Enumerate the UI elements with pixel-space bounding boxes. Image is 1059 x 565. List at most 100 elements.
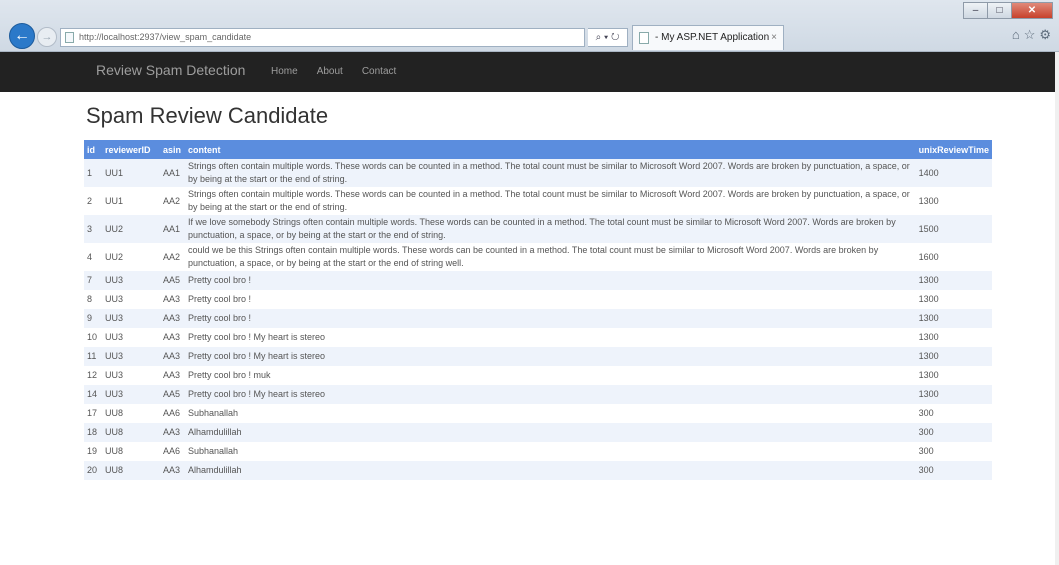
cell-asin: AA5 — [160, 271, 185, 290]
cell-reviewer-id: UU2 — [102, 243, 160, 271]
cell-content: Subhanallah — [185, 442, 916, 461]
browser-tab[interactable]: - My ASP.NET Application × — [632, 25, 784, 50]
page-title: Spam Review Candidate — [86, 103, 329, 128]
nav-link-about[interactable]: About — [317, 66, 343, 77]
cell-asin: AA5 — [160, 385, 185, 404]
cell-unix-review-time: 1300 — [915, 309, 992, 328]
cell-asin: AA2 — [160, 243, 185, 271]
browser-chrome: ← → http://localhost:2937/view_spam_cand… — [0, 0, 1059, 52]
cell-unix-review-time: 300 — [915, 461, 992, 480]
nav-link-contact[interactable]: Contact — [362, 66, 396, 77]
table-row: 7 UU3 AA5 Pretty cool bro ! 1300 — [84, 271, 992, 290]
cell-content: Strings often contain multiple words. Th… — [185, 159, 916, 187]
window-close-icon[interactable]: ✕ — [1011, 2, 1053, 19]
cell-reviewer-id: UU3 — [102, 347, 160, 366]
cell-content: Alhamdulillah — [185, 461, 916, 480]
page-icon — [65, 32, 74, 43]
cell-reviewer-id: UU8 — [102, 461, 160, 480]
nav-link-home[interactable]: Home — [271, 66, 298, 77]
cell-unix-review-time: 1300 — [915, 347, 992, 366]
spam-candidate-table: id reviewerID asin content unixReviewTim… — [84, 140, 992, 480]
cell-asin: AA3 — [160, 461, 185, 480]
cell-unix-review-time: 300 — [915, 404, 992, 423]
table-row: 11 UU3 AA3 Pretty cool bro ! My heart is st… — [84, 347, 992, 366]
nav-links: Home About Contact — [271, 66, 396, 77]
back-arrow-icon[interactable]: ← — [9, 23, 35, 49]
cell-content: Pretty cool bro ! My heart is stereo — [185, 385, 916, 404]
favorites-icon[interactable]: ☆ — [1024, 27, 1040, 42]
cell-content: Pretty cool bro ! My heart is stereo — [185, 347, 916, 366]
cell-id: 12 — [84, 366, 102, 385]
maximize-icon[interactable]: □ — [987, 2, 1012, 19]
site-navbar: Review Spam Detection Home About Contact — [0, 52, 1059, 92]
cell-unix-review-time: 1600 — [915, 243, 992, 271]
address-bar-url: http://localhost:2937/view_spam_candidat… — [79, 32, 252, 42]
cell-reviewer-id: UU8 — [102, 404, 160, 423]
table-row: 3 UU2 AA1 If we love somebody Strings often… — [84, 215, 992, 243]
cell-id: 3 — [84, 215, 102, 243]
table-row: 12 UU3 AA3 Pretty cool bro ! muk 1300 — [84, 366, 992, 385]
cell-content: Pretty cool bro ! — [185, 309, 916, 328]
cell-id: 17 — [84, 404, 102, 423]
table-row: 2 UU1 AA2 Strings often contain multiple wo… — [84, 187, 992, 215]
cell-unix-review-time: 1300 — [915, 328, 992, 347]
cell-asin: AA3 — [160, 328, 185, 347]
cell-reviewer-id: UU1 — [102, 159, 160, 187]
cell-content: Pretty cool bro ! My heart is stereo — [185, 328, 916, 347]
cell-content: Alhamdulillah — [185, 423, 916, 442]
cell-asin: AA3 — [160, 423, 185, 442]
cell-id: 20 — [84, 461, 102, 480]
table-row: 14 UU3 AA5 Pretty cool bro ! My heart is st… — [84, 385, 992, 404]
cell-unix-review-time: 300 — [915, 423, 992, 442]
table-row: 10 UU3 AA3 Pretty cool bro ! My heart is st… — [84, 328, 992, 347]
tab-close-icon[interactable]: × — [771, 26, 777, 49]
column-header-unix-review-time: unixReviewTime — [915, 140, 992, 159]
cell-reviewer-id: UU3 — [102, 366, 160, 385]
table-row: 19 UU8 AA6 Subhanallah 300 — [84, 442, 992, 461]
cell-id: 14 — [84, 385, 102, 404]
cell-content: Pretty cool bro ! muk — [185, 366, 916, 385]
cell-content: Subhanallah — [185, 404, 916, 423]
table-row: 1 UU1 AA1 Strings often contain multiple wo… — [84, 159, 992, 187]
cell-unix-review-time: 1500 — [915, 215, 992, 243]
column-header-id: id — [84, 140, 102, 159]
column-header-asin: asin — [160, 140, 185, 159]
table-row: 9 UU3 AA3 Pretty cool bro ! 1300 — [84, 309, 992, 328]
table-row: 4 UU2 AA2 could we be this Strings often co… — [84, 243, 992, 271]
cell-reviewer-id: UU3 — [102, 271, 160, 290]
cell-asin: AA1 — [160, 159, 185, 187]
home-icon[interactable]: ⌂ — [1012, 27, 1024, 42]
cell-unix-review-time: 1300 — [915, 385, 992, 404]
table-row: 8 UU3 AA3 Pretty cool bro ! 1300 — [84, 290, 992, 309]
cell-unix-review-time: 1300 — [915, 366, 992, 385]
cell-unix-review-time: 1300 — [915, 271, 992, 290]
cell-id: 2 — [84, 187, 102, 215]
cell-id: 10 — [84, 328, 102, 347]
cell-asin: AA3 — [160, 366, 185, 385]
navbar-brand[interactable]: Review Spam Detection — [96, 62, 245, 78]
tab-favicon-icon — [639, 32, 649, 44]
page-scrollbar[interactable] — [1055, 52, 1059, 565]
minimize-icon[interactable]: – — [963, 2, 988, 19]
forward-arrow-icon[interactable]: → — [37, 27, 57, 47]
column-header-reviewer-id: reviewerID — [102, 140, 160, 159]
cell-id: 18 — [84, 423, 102, 442]
search-refresh-icon[interactable]: ⌕ ▾ ↻ — [588, 28, 628, 47]
gear-icon[interactable]: ⚙ — [1039, 27, 1055, 42]
address-bar[interactable]: http://localhost:2937/view_spam_candidat… — [60, 28, 585, 47]
cell-id: 8 — [84, 290, 102, 309]
cell-unix-review-time: 1400 — [915, 159, 992, 187]
table-row: 20 UU8 AA3 Alhamdulillah 300 — [84, 461, 992, 480]
toolbar-icons: ⌂☆⚙ — [1012, 27, 1055, 43]
cell-id: 4 — [84, 243, 102, 271]
cell-content: Pretty cool bro ! — [185, 290, 916, 309]
cell-asin: AA3 — [160, 347, 185, 366]
cell-reviewer-id: UU3 — [102, 309, 160, 328]
table-body: 1 UU1 AA1 Strings often contain multiple wo… — [84, 159, 992, 480]
cell-asin: AA6 — [160, 404, 185, 423]
cell-reviewer-id: UU8 — [102, 442, 160, 461]
cell-reviewer-id: UU3 — [102, 290, 160, 309]
cell-content: could we be this Strings often contain m… — [185, 243, 916, 271]
table-row: 17 UU8 AA6 Subhanallah 300 — [84, 404, 992, 423]
cell-id: 11 — [84, 347, 102, 366]
